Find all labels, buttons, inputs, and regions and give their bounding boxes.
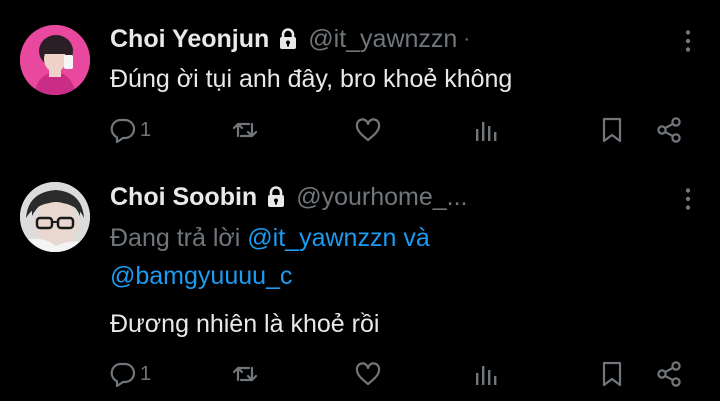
replying-to: Đang trả lời @it_yawnzzn và	[110, 222, 430, 254]
like-icon	[355, 362, 381, 386]
reply-count: 1	[140, 118, 152, 141]
avatar[interactable]	[20, 182, 90, 252]
views-button[interactable]	[472, 354, 502, 394]
share-icon	[657, 361, 681, 387]
retweet-icon	[232, 122, 258, 138]
views-button[interactable]	[472, 110, 502, 150]
action-bar: 1	[100, 110, 700, 150]
views-icon	[476, 122, 497, 141]
retweet-button[interactable]	[230, 354, 260, 394]
reply-button[interactable]: 1	[108, 110, 151, 150]
replying-join: và	[403, 224, 430, 252]
bookmark-button[interactable]	[597, 110, 627, 150]
like-icon	[355, 118, 381, 142]
tweet[interactable]: Choi Yeonjun @it_yawnzzn · Đúng ời tụi a…	[0, 0, 720, 165]
bookmark-icon	[602, 361, 622, 387]
tweet[interactable]: Choi Soobin @yourhome_... Đang trả lời @…	[0, 165, 720, 401]
like-button[interactable]	[353, 354, 383, 394]
replying-prefix: Đang trả lời	[110, 224, 241, 252]
separator-dot: ·	[463, 27, 470, 50]
tweet-text: Đúng ời tụi anh đây, bro khoẻ không	[110, 65, 513, 93]
replying-to-second-line: @bamgyuuuu_c	[110, 260, 292, 292]
lock-icon	[278, 28, 298, 50]
reply-icon	[110, 362, 136, 388]
avatar-photo	[20, 182, 90, 252]
handle[interactable]: @it_yawnzzn	[308, 25, 457, 54]
retweet-icon	[232, 366, 258, 382]
more-icon[interactable]	[684, 187, 692, 211]
like-button[interactable]	[353, 110, 383, 150]
display-name[interactable]: Choi Yeonjun	[110, 25, 269, 54]
reply-count: 1	[140, 362, 152, 385]
tweet-header: Choi Yeonjun @it_yawnzzn ·	[110, 23, 470, 55]
avatar[interactable]	[20, 25, 90, 95]
retweet-button[interactable]	[230, 110, 260, 150]
reply-button[interactable]: 1	[108, 354, 151, 394]
avatar-photo	[20, 25, 90, 95]
display-name[interactable]: Choi Soobin	[110, 183, 257, 212]
views-icon	[476, 366, 497, 385]
mention-link[interactable]: @it_yawnzzn	[247, 224, 396, 252]
bookmark-button[interactable]	[597, 354, 627, 394]
bookmark-icon	[602, 117, 622, 143]
share-button[interactable]	[654, 354, 684, 394]
lock-icon	[266, 186, 286, 208]
tweet-header: Choi Soobin @yourhome_...	[110, 181, 468, 213]
share-button[interactable]	[654, 110, 684, 150]
action-bar: 1	[100, 354, 700, 394]
mention-link[interactable]: @bamgyuuuu_c	[110, 262, 292, 290]
reply-icon	[110, 118, 136, 144]
tweet-text: Đương nhiên là khoẻ rồi	[110, 310, 380, 338]
more-icon[interactable]	[684, 29, 692, 53]
handle[interactable]: @yourhome_...	[296, 183, 467, 212]
share-icon	[657, 117, 681, 143]
